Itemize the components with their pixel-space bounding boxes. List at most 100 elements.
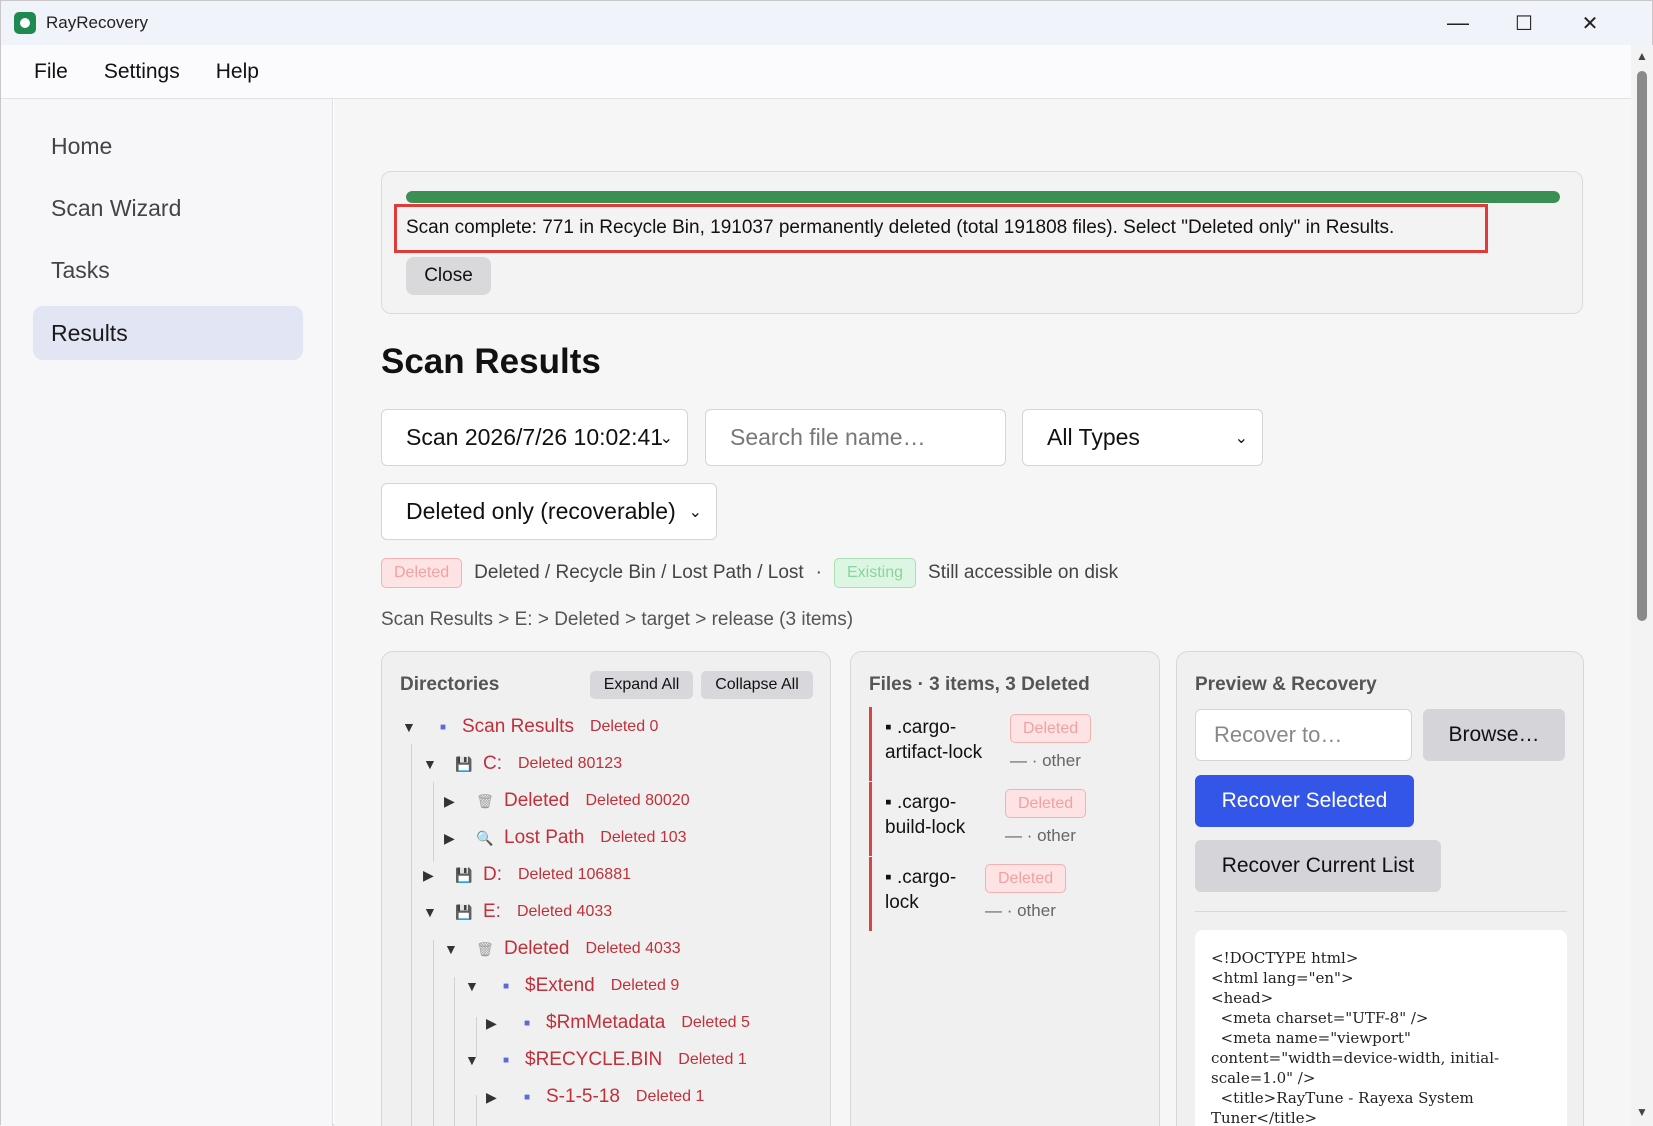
collapse-all-button[interactable]: Collapse All: [701, 671, 813, 699]
scan-select[interactable]: Scan 2026/7/26 10:02:41 ⌄: [381, 409, 688, 466]
recover-selected-button[interactable]: Recover Selected: [1195, 775, 1414, 827]
folder-dot-icon: ■: [523, 1017, 531, 1029]
deleted-filter-value: Deleted only (recoverable): [406, 498, 676, 524]
expanded-arrow-icon[interactable]: ▼: [465, 1052, 485, 1068]
collapsed-arrow-icon[interactable]: ▶: [444, 830, 464, 847]
expanded-arrow-icon[interactable]: ▼: [423, 904, 443, 920]
title-bar: RayRecovery — ☐ ✕: [1, 1, 1652, 45]
tree-node-name: D:: [483, 864, 502, 885]
tree-row[interactable]: ▼ ■ $Extend Deleted 9: [465, 970, 679, 1002]
deleted-badge: Deleted: [381, 558, 463, 588]
deleted-badge: Deleted: [1005, 789, 1087, 818]
scan-select-value: Scan 2026/7/26 10:02:41: [406, 424, 664, 450]
tree-guide-line: [454, 977, 455, 1126]
tree-row[interactable]: ▼ 🗑 Deleted Deleted 4033: [444, 933, 681, 965]
close-button[interactable]: Close: [406, 257, 491, 295]
tree-row[interactable]: ▶ 🔍 Lost Path Deleted 103: [444, 822, 687, 854]
directories-title: Directories: [400, 674, 500, 695]
expand-all-button[interactable]: Expand All: [590, 671, 693, 699]
expanded-arrow-icon[interactable]: ▼: [402, 719, 422, 735]
tree-node-name: Deleted: [504, 790, 570, 811]
status-legend: Deleted Deleted / Recycle Bin / Lost Pat…: [381, 557, 1118, 589]
tree-row[interactable]: ▶ 🗑 Deleted Deleted 80020: [444, 785, 690, 817]
drive-icon: 💾: [455, 866, 473, 883]
sidebar-item-tasks[interactable]: Tasks: [33, 243, 303, 297]
tree-row[interactable]: ▼ ■ Scan Results Deleted 0: [402, 711, 658, 743]
tree-node-name: $Extend: [525, 975, 595, 996]
expanded-arrow-icon[interactable]: ▼: [444, 941, 464, 957]
file-meta: — · other: [1005, 826, 1076, 845]
tree-row[interactable]: ▶ ■ $RmMetadata Deleted 5: [486, 1007, 750, 1039]
folder-dot-icon: ■: [523, 1091, 531, 1103]
folder-dot-icon: ■: [502, 980, 510, 992]
main-content: Scan complete: 771 in Recycle Bin, 19103…: [334, 99, 1631, 1126]
search-input[interactable]: Search file name…: [705, 409, 1006, 466]
tree-node-count: Deleted 5: [681, 1014, 750, 1031]
file-name: ▪ .cargo-build-lock: [885, 792, 966, 838]
tree-row[interactable]: ▶ 💾 D: Deleted 106881: [423, 859, 631, 891]
file-list-item[interactable]: ▪ .cargo-artifact-lock Deleted — · other: [869, 707, 1124, 781]
files-title: Files · 3 items, 3 Deleted: [869, 674, 1090, 695]
tree-guide-line: [476, 1095, 477, 1126]
tree-node-count: Deleted 9: [610, 977, 680, 994]
scan-progress-card: Scan complete: 771 in Recycle Bin, 19103…: [381, 171, 1583, 314]
tree-node-count: Deleted 1: [635, 1088, 705, 1105]
tree-node-count: Deleted 103: [600, 829, 687, 846]
scrollbar-thumb[interactable]: [1637, 71, 1647, 621]
sidebar-item-home[interactable]: Home: [33, 119, 303, 173]
expanded-arrow-icon[interactable]: ▼: [423, 756, 443, 772]
tree-row[interactable]: ▶ ■ S-1-5-18 Deleted 1: [486, 1081, 704, 1113]
recover-current-list-button[interactable]: Recover Current List: [1195, 840, 1441, 892]
deleted-badge: Deleted: [1010, 714, 1092, 743]
browse-button[interactable]: Browse…: [1423, 709, 1565, 761]
close-window-button[interactable]: ✕: [1555, 1, 1625, 45]
chevron-down-icon: ⌄: [1234, 430, 1248, 447]
tree-node-name: $RECYCLE.BIN: [525, 1049, 663, 1070]
drive-icon: 💾: [455, 755, 473, 772]
tree-node-count: Deleted 4033: [516, 903, 613, 920]
file-name: ▪ .cargo-lock: [885, 867, 957, 913]
tree-guide-line: [433, 940, 434, 1126]
minimize-button[interactable]: —: [1423, 1, 1493, 45]
file-list-item[interactable]: ▪ .cargo-lock Deleted — · other: [869, 857, 1124, 931]
files-panel: Files · 3 items, 3 Deleted ▪ .cargo-arti…: [850, 651, 1160, 1126]
tree-row[interactable]: ▼ 💾 C: Deleted 80123: [423, 748, 622, 780]
deleted-filter-select[interactable]: Deleted only (recoverable) ⌄: [381, 483, 717, 540]
menu-help[interactable]: Help: [216, 60, 259, 84]
vertical-scrollbar[interactable]: ▲ ▼: [1631, 45, 1653, 1126]
tree-row[interactable]: ▼ 💾 E: Deleted 4033: [423, 896, 612, 928]
scroll-down-arrow-icon[interactable]: ▼: [1636, 1105, 1648, 1119]
tree-node-count: Deleted 80020: [585, 792, 690, 809]
recover-to-input[interactable]: Recover to…: [1195, 709, 1412, 761]
tree-node-count: Deleted 80123: [518, 755, 623, 772]
collapsed-arrow-icon[interactable]: ▶: [444, 793, 464, 810]
file-name: ▪ .cargo-artifact-lock: [885, 717, 983, 763]
tree-node-count: Deleted 4033: [585, 940, 681, 957]
scroll-up-arrow-icon[interactable]: ▲: [1636, 49, 1648, 63]
window-title: RayRecovery: [46, 13, 149, 32]
deleted-badge: Deleted: [985, 864, 1067, 893]
menu-settings[interactable]: Settings: [104, 60, 180, 84]
tree-row[interactable]: ▼ ■ $RECYCLE.BIN Deleted 1: [465, 1044, 747, 1076]
scan-status-text: Scan complete: 771 in Recycle Bin, 19103…: [406, 217, 1395, 238]
trash-icon: 🗑: [476, 940, 494, 957]
file-preview-code: <!DOCTYPE html> <html lang="en"> <head> …: [1195, 930, 1567, 1126]
collapsed-arrow-icon[interactable]: ▶: [423, 867, 443, 884]
tree-node-count: Deleted 106881: [518, 866, 631, 883]
type-select[interactable]: All Types ⌄: [1022, 409, 1263, 466]
trash-icon: 🗑: [476, 792, 494, 809]
collapsed-arrow-icon[interactable]: ▶: [486, 1089, 506, 1106]
sidebar-item-scan-wizard[interactable]: Scan Wizard: [33, 181, 303, 235]
app-logo-icon: [14, 12, 36, 34]
file-meta: — · other: [985, 901, 1056, 920]
file-list-item[interactable]: ▪ .cargo-build-lock Deleted — · other: [869, 782, 1124, 856]
preview-panel: Preview & Recovery Recover to… Browse… R…: [1176, 651, 1584, 1126]
preview-title: Preview & Recovery: [1195, 674, 1377, 695]
deleted-legend-text: Deleted / Recycle Bin / Lost Path / Lost: [474, 562, 804, 583]
sidebar-item-results[interactable]: Results: [33, 306, 303, 360]
collapsed-arrow-icon[interactable]: ▶: [486, 1015, 506, 1032]
page-title: Scan Results: [381, 342, 601, 381]
maximize-button[interactable]: ☐: [1489, 1, 1559, 45]
menu-file[interactable]: File: [34, 60, 68, 84]
expanded-arrow-icon[interactable]: ▼: [465, 978, 485, 994]
